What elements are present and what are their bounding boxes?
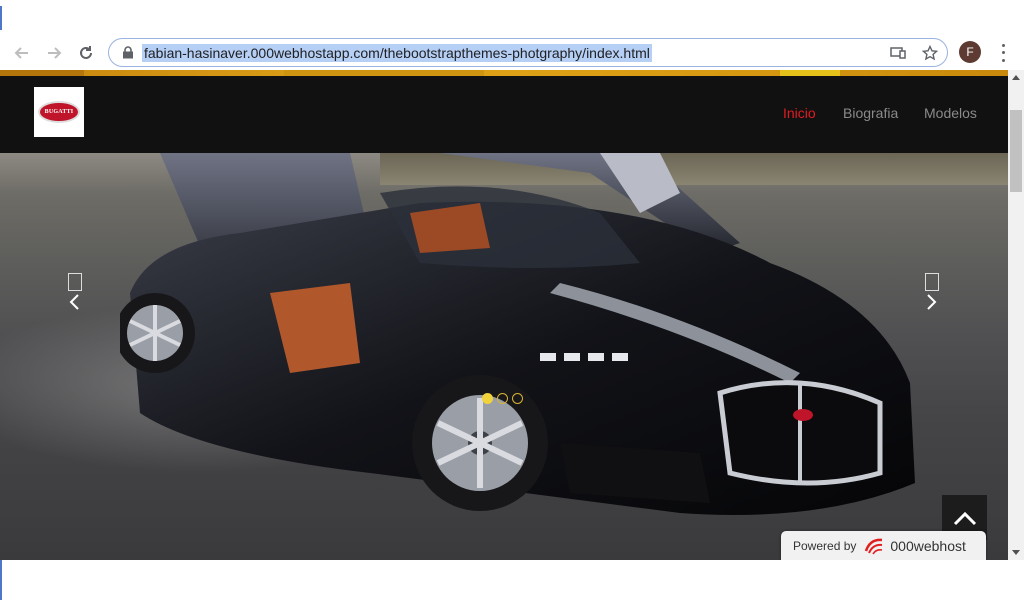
page-scrollbar[interactable]	[1008, 70, 1024, 560]
back-arrow-icon[interactable]	[9, 40, 35, 66]
scroll-up-arrow-icon[interactable]	[1012, 75, 1020, 80]
star-icon[interactable]	[921, 44, 939, 62]
site-navbar: BUGATTI Inicio Biografia Modelos	[0, 76, 1008, 153]
address-bar[interactable]: fabian-hasinaver.000webhostapp.com/thebo…	[108, 38, 948, 67]
logo-text: BUGATTI	[44, 109, 74, 115]
profile-avatar[interactable]: F	[959, 41, 981, 63]
bugatti-logo[interactable]: BUGATTI	[34, 87, 84, 137]
tab-edge	[0, 6, 2, 30]
forward-arrow-icon[interactable]	[41, 40, 67, 66]
nav-link-modelos[interactable]: Modelos	[924, 105, 977, 121]
url-text[interactable]: fabian-hasinaver.000webhostapp.com/thebo…	[142, 44, 652, 62]
chevron-left-icon[interactable]	[66, 293, 84, 311]
carousel-dot-1[interactable]	[482, 393, 493, 404]
carousel-indicators	[482, 393, 523, 404]
chevron-up-icon	[953, 511, 976, 525]
chevron-right-icon[interactable]	[922, 293, 940, 311]
lock-icon	[123, 46, 133, 59]
000webhost-logo-icon	[865, 538, 883, 554]
nav-link-biografia[interactable]: Biografia	[843, 105, 898, 121]
cast-icon[interactable]	[889, 44, 907, 62]
car-image	[115, 153, 920, 533]
powered-brand: 000webhost	[890, 537, 966, 554]
below-viewport-area	[0, 560, 1024, 600]
window-edge	[0, 560, 2, 600]
powered-label: Powered by	[793, 538, 857, 553]
powered-by-badge[interactable]: Powered by 000webhost	[781, 531, 986, 560]
prev-slide-box	[68, 273, 82, 291]
browser-toolbar: fabian-hasinaver.000webhostapp.com/thebo…	[0, 36, 1024, 70]
page-viewport: BUGATTI Inicio Biografia Modelos Powered…	[0, 70, 1024, 560]
scroll-down-arrow-icon[interactable]	[1012, 550, 1020, 555]
carousel-dot-3[interactable]	[512, 393, 523, 404]
nav-link-inicio[interactable]: Inicio	[783, 105, 816, 121]
hero-carousel	[0, 153, 1008, 560]
kebab-menu-icon[interactable]	[994, 42, 1012, 64]
carousel-dot-2[interactable]	[497, 393, 508, 404]
browser-tab-strip	[0, 0, 1024, 36]
scrollbar-thumb[interactable]	[1010, 110, 1022, 192]
next-slide-box	[925, 273, 939, 291]
reload-icon[interactable]	[73, 40, 99, 66]
